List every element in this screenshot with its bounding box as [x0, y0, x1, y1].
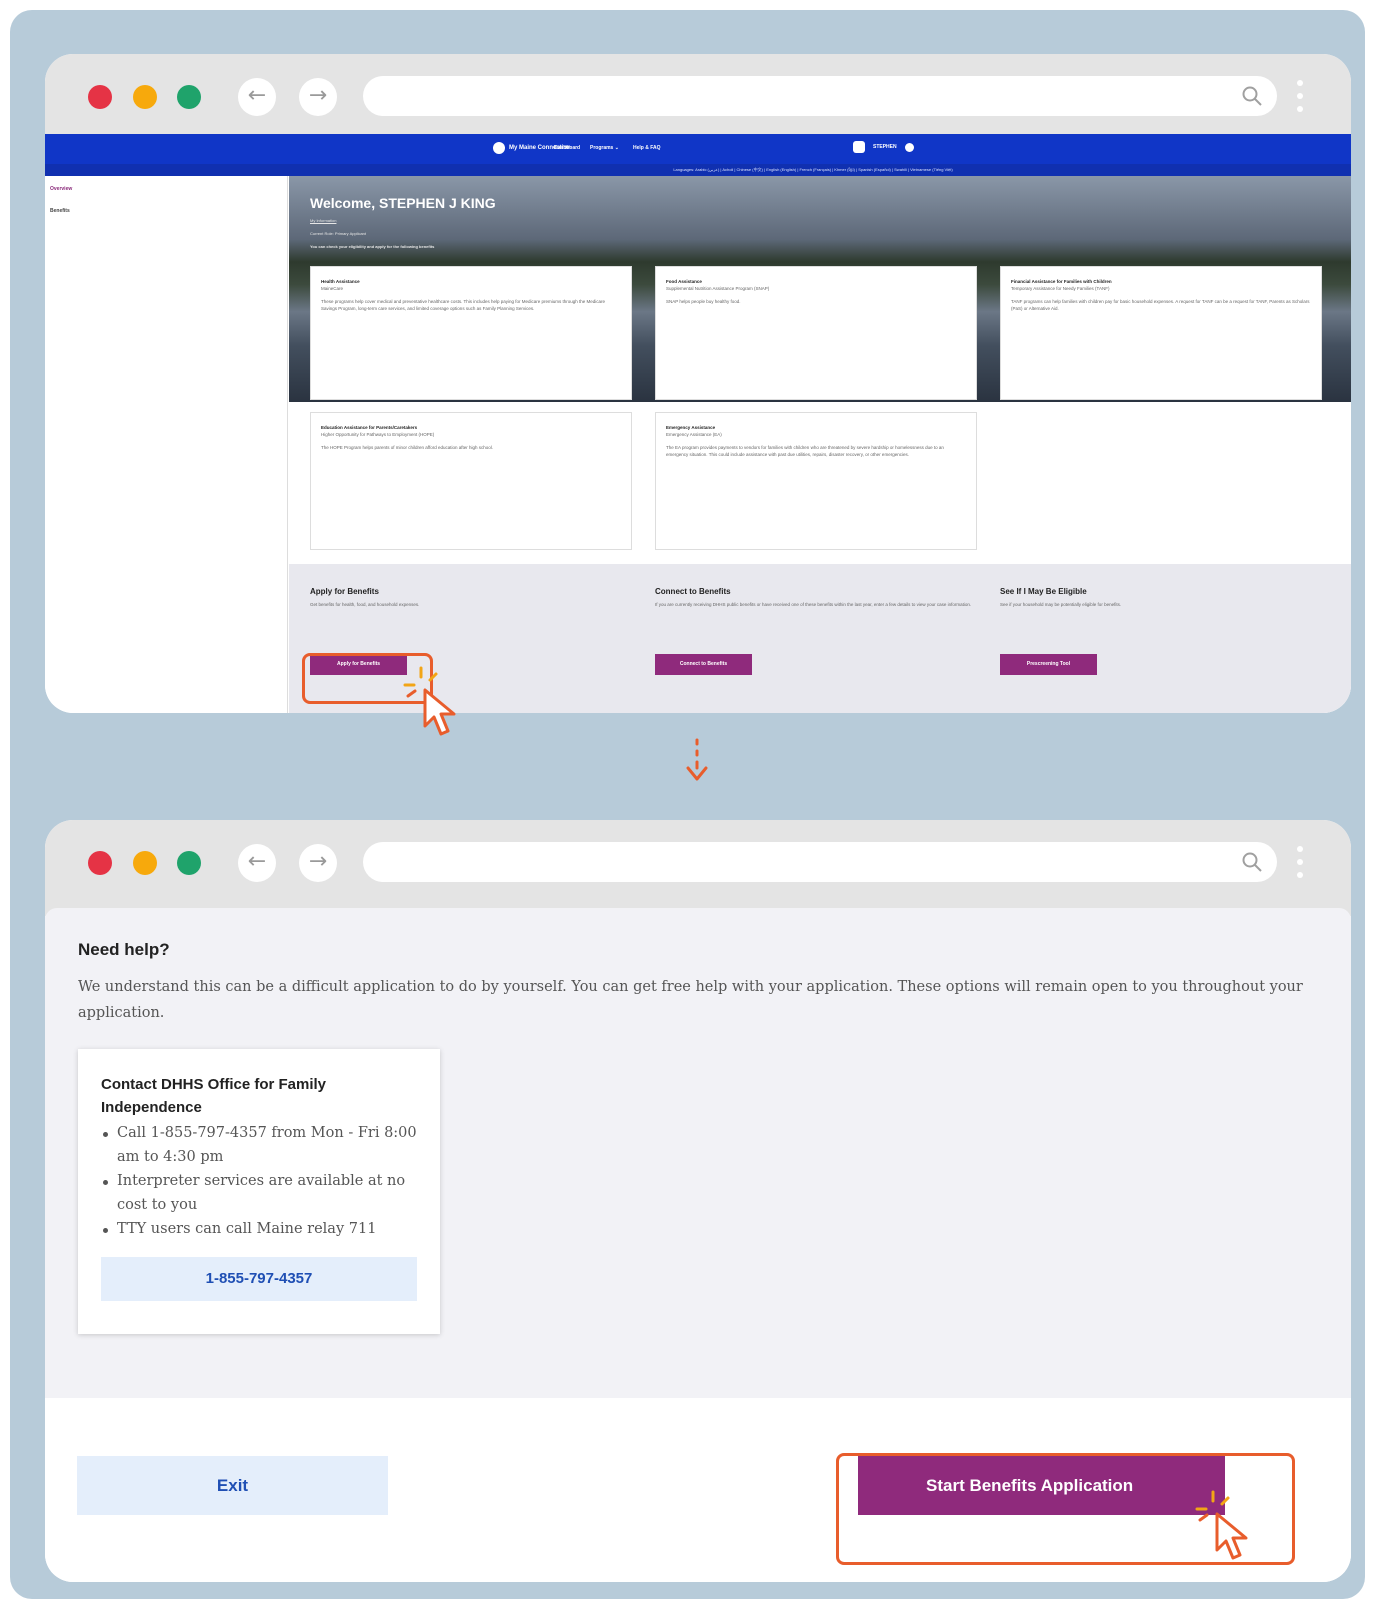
down-arrow-icon	[686, 738, 708, 781]
my-information-link[interactable]: My Information	[310, 218, 336, 223]
browser-window-dashboard: ← → My Maine Connection Dashboard Progra…	[45, 54, 1351, 713]
exit-button[interactable]: Exit	[77, 1456, 388, 1515]
prescreening-tool-button[interactable]: Prescreening Tool	[1000, 654, 1097, 675]
call-phone-button[interactable]: 1-855-797-4357	[101, 1257, 417, 1301]
nav-help-faq[interactable]: Help & FAQ	[633, 145, 661, 151]
page-top-edge	[45, 900, 1351, 920]
list-item: Interpreter services are available at no…	[101, 1169, 417, 1217]
portal-header: My Maine Connection Dashboard Programs ⌄…	[45, 134, 1351, 164]
maximize-window-dot[interactable]	[177, 851, 201, 875]
contact-card: Contact DHHS Office for Family Independe…	[78, 1049, 440, 1334]
minimize-window-dot[interactable]	[133, 85, 157, 109]
help-intro: We understand this can be a difficult ap…	[78, 979, 1303, 1021]
browser-chrome: ← →	[45, 820, 1351, 900]
need-help-heading: Need help?	[78, 940, 170, 959]
sidebar: Overview Benefits	[45, 176, 288, 713]
welcome-title: Welcome, STEPHEN J KING	[310, 195, 496, 211]
dashboard-main: Welcome, STEPHEN J KING My Information C…	[289, 176, 1351, 713]
action-connect: Connect to Benefits If you are currently…	[655, 587, 972, 607]
contact-list: Call 1-855-797-4357 from Mon - Fri 8:00 …	[101, 1121, 417, 1241]
connect-to-benefits-button[interactable]: Connect to Benefits	[655, 654, 752, 675]
list-item: TTY users can call Maine relay 711	[101, 1217, 417, 1241]
minimize-window-dot[interactable]	[133, 851, 157, 875]
benefit-card-food[interactable]: Food Assistance Supplemental Nutrition A…	[655, 266, 977, 400]
kebab-menu-icon[interactable]	[1297, 80, 1303, 119]
browser-chrome: ← →	[45, 54, 1351, 134]
back-arrow-icon[interactable]: ←	[238, 844, 276, 882]
click-cursor-icon	[1195, 1490, 1248, 1560]
close-window-dot[interactable]	[88, 851, 112, 875]
search-icon	[1242, 852, 1262, 872]
sidebar-item-overview[interactable]: Overview	[50, 186, 72, 192]
user-menu[interactable]: STEPHEN	[853, 141, 914, 153]
click-cursor-icon	[403, 666, 456, 736]
back-arrow-icon[interactable]: ←	[238, 78, 276, 116]
contact-card-title: Contact DHHS Office for Family Independe…	[101, 1076, 327, 1116]
maximize-window-dot[interactable]	[177, 85, 201, 109]
eligibility-text: You can check your eligibility and apply…	[310, 244, 435, 249]
current-role: Current Role: Primary Applicant	[310, 231, 367, 236]
list-item: Call 1-855-797-4357 from Mon - Fri 8:00 …	[101, 1121, 417, 1169]
close-window-dot[interactable]	[88, 85, 112, 109]
benefit-card-health[interactable]: Health Assistance MaineCare These progra…	[310, 266, 632, 400]
kebab-menu-icon[interactable]	[1297, 846, 1303, 885]
action-eligible: See If I May Be Eligible See if your hou…	[1000, 587, 1122, 607]
benefit-card-tanf[interactable]: Financial Assistance for Families with C…	[1000, 266, 1322, 400]
action-apply: Apply for Benefits Get benefits for heal…	[310, 587, 420, 607]
benefit-card-emergency[interactable]: Emergency Assistance Emergency Assistanc…	[655, 412, 977, 550]
nav-programs[interactable]: Programs ⌄	[590, 145, 619, 151]
address-bar[interactable]	[363, 842, 1277, 882]
maine-seal-icon	[493, 142, 505, 154]
address-bar[interactable]	[363, 76, 1277, 116]
user-avatar-icon	[904, 142, 914, 152]
forward-arrow-icon[interactable]: →	[299, 78, 337, 116]
forward-arrow-icon[interactable]: →	[299, 844, 337, 882]
sidebar-item-benefits[interactable]: Benefits	[50, 208, 70, 214]
notification-icon	[853, 141, 865, 153]
language-bar[interactable]: Languages: Arabic (عربي) | Acholi | Chin…	[45, 164, 1351, 176]
nav-dashboard[interactable]: Dashboard	[554, 145, 580, 151]
search-icon	[1242, 86, 1262, 106]
benefit-card-education[interactable]: Education Assistance for Parents/Caretak…	[310, 412, 632, 550]
